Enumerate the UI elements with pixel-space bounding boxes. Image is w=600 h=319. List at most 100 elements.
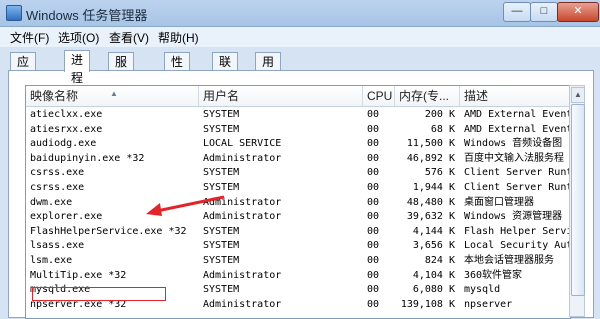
cell-image-name: baidupinyin.exe *32 (30, 152, 145, 164)
cell-memory: 48,480 K (406, 196, 455, 208)
menu-help[interactable]: 帮助(H) (158, 29, 199, 46)
scroll-thumb[interactable] (571, 104, 585, 296)
cell-image-name: explorer.exe (30, 211, 103, 223)
cell-description: Client Server Runti (464, 167, 570, 179)
tab-networking[interactable]: 联网 (212, 52, 239, 87)
header-memory[interactable]: 内存(专... (395, 86, 460, 106)
menu-file[interactable]: 文件(F) (10, 29, 49, 46)
table-header: 映像名称 ▲ 用户名 CPU 内存(专... 描述 (26, 86, 570, 107)
header-cpu[interactable]: CPU (363, 86, 395, 106)
header-description[interactable]: 描述 (460, 86, 570, 106)
cell-memory: 3,656 K (412, 240, 455, 252)
cell-cpu: 00 (367, 167, 380, 179)
table-row[interactable]: MultiTip.exe *32 Administrator 00 4,104 K 36… (26, 269, 570, 284)
scroll-up-icon[interactable]: ▲ (571, 87, 585, 103)
task-manager-icon (6, 5, 22, 21)
cell-username: SYSTEM (203, 255, 240, 266)
cell-username: SYSTEM (203, 225, 240, 237)
cell-username: Administrator (203, 211, 282, 223)
tab-users[interactable]: 用户 (255, 52, 282, 87)
cell-description: mysqld (464, 284, 501, 296)
cell-cpu: 00 (367, 211, 380, 223)
menu-view[interactable]: 查看(V) (109, 29, 149, 46)
vertical-scrollbar[interactable]: ▲ (569, 85, 585, 317)
cell-image-name: dwm.exe (30, 196, 73, 208)
table-row[interactable]: atiesrxx.exe SYSTEM 00 68 K AMD External Eve… (26, 123, 570, 138)
cell-image-name: MultiTip.exe *32 (30, 269, 127, 281)
header-image-name-label: 映像名称 (30, 89, 79, 103)
cell-cpu: 00 (367, 255, 380, 266)
header-username[interactable]: 用户名 (199, 86, 363, 106)
cell-description: Client Server Runti (464, 182, 570, 193)
tab-processes[interactable]: 进程 (64, 50, 91, 85)
cell-image-name: csrss.exe (30, 182, 85, 193)
minimize-button[interactable]: — (503, 2, 531, 22)
cell-username: Administrator (203, 269, 282, 281)
table-row[interactable]: atieclxx.exe SYSTEM 00 200 K AMD External Ev… (26, 108, 570, 123)
table-row[interactable]: lsm.exe SYSTEM 00 824 K 本地会话管理器服务 (26, 254, 570, 269)
table-row[interactable]: csrss.exe SYSTEM 00 1,944 K Client Server Ru… (26, 181, 570, 196)
tab-performance[interactable]: 性能 (164, 52, 191, 87)
table-row[interactable]: explorer.exe Administrator 00 39,632 K Windo… (26, 210, 570, 225)
cell-description: Flash Helper Service (464, 225, 570, 237)
table-row[interactable]: audiodg.exe LOCAL SERVICE 00 11,500 K Window… (26, 137, 570, 152)
table-row[interactable]: mysqld.exe SYSTEM 00 6,080 K mysqld (26, 283, 570, 298)
cell-image-name: FlashHelperService.exe *32 (30, 225, 187, 237)
cell-cpu: 00 (367, 225, 380, 237)
cell-description: AMD External Events (464, 123, 570, 135)
process-list[interactable]: 映像名称 ▲ 用户名 CPU 内存(专... 描述 atieclxx.exe SY… (25, 85, 571, 319)
cell-memory: 4,144 K (412, 225, 455, 237)
cell-image-name: mysqld.exe (30, 284, 91, 296)
cell-memory: 576 K (424, 167, 455, 179)
cell-cpu: 00 (367, 284, 380, 296)
title-bar: Windows 任务管理器 — □ ✕ (0, 0, 600, 27)
cell-memory: 1,944 K (412, 182, 455, 193)
processes-panel: 映像名称 ▲ 用户名 CPU 内存(专... 描述 atieclxx.exe SY… (8, 70, 594, 319)
cell-cpu: 00 (367, 269, 380, 281)
cell-memory: 824 K (424, 255, 455, 266)
cell-description: npserver (464, 298, 513, 310)
cell-username: SYSTEM (203, 123, 240, 135)
cell-image-name: npserver.exe *32 (30, 298, 127, 310)
cell-description: 百度中文输入法服务程 (464, 152, 564, 164)
tab-applications[interactable]: 应用程序 (10, 52, 37, 123)
cell-cpu: 00 (367, 152, 380, 164)
cell-memory: 4,104 K (412, 269, 455, 281)
table-row[interactable]: csrss.exe SYSTEM 00 576 K Client Server Runt… (26, 166, 570, 181)
cell-image-name: csrss.exe (30, 167, 85, 179)
cell-description: 本地会话管理器服务 (464, 255, 554, 266)
tab-services[interactable]: 服务 (108, 52, 135, 87)
cell-memory: 39,632 K (406, 211, 455, 223)
table-row[interactable]: FlashHelperService.exe *32 SYSTEM 00 4,144 … (26, 225, 570, 240)
sort-asc-icon: ▲ (110, 89, 118, 98)
menu-bar: 文件(F) 选项(O) 查看(V) 帮助(H) (0, 27, 600, 47)
cell-cpu: 00 (367, 240, 380, 252)
cell-username: Administrator (203, 298, 282, 310)
menu-options[interactable]: 选项(O) (58, 29, 99, 46)
cell-memory: 139,108 K (400, 298, 455, 310)
cell-image-name: lsm.exe (30, 255, 73, 266)
cell-cpu: 00 (367, 196, 380, 208)
cell-cpu: 00 (367, 298, 380, 310)
close-button[interactable]: ✕ (557, 2, 599, 22)
table-row[interactable]: npserver.exe *32 Administrator 00 139,108 K… (26, 298, 570, 313)
maximize-button[interactable]: □ (530, 2, 558, 22)
window-title: Windows 任务管理器 (26, 8, 148, 23)
cell-memory: 200 K (424, 109, 455, 120)
table-row[interactable]: lsass.exe SYSTEM 00 3,656 K Local Security A… (26, 239, 570, 254)
cell-memory: 6,080 K (412, 284, 455, 296)
cell-cpu: 00 (367, 138, 380, 150)
cell-username: SYSTEM (203, 182, 240, 193)
table-row[interactable]: dwm.exe Administrator 00 48,480 K 桌面窗口管理器 (26, 196, 570, 211)
cell-username: Administrator (203, 152, 282, 164)
cell-username: Administrator (203, 196, 282, 208)
cell-image-name: atieclxx.exe (30, 109, 103, 120)
cell-username: SYSTEM (203, 240, 240, 252)
header-image-name[interactable]: 映像名称 ▲ (26, 86, 199, 106)
table-row[interactable]: baidupinyin.exe *32 Administrator 00 46,892… (26, 152, 570, 167)
cell-description: Windows 音频设备图 (464, 138, 563, 150)
cell-memory: 46,892 K (406, 152, 455, 164)
cell-description: 桌面窗口管理器 (464, 196, 534, 208)
cell-image-name: audiodg.exe (30, 138, 97, 150)
cell-cpu: 00 (367, 182, 380, 193)
